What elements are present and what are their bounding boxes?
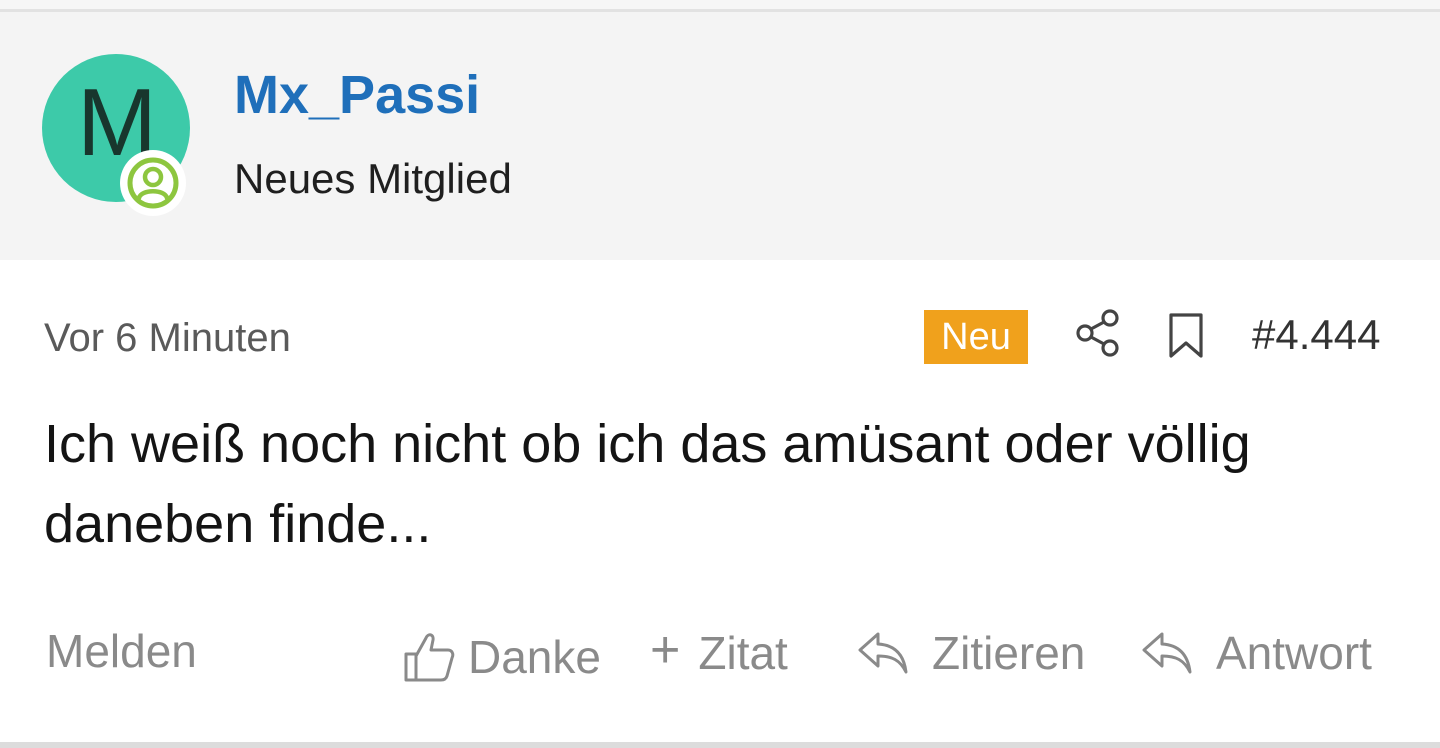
author-role: Neues Mitglied — [234, 155, 512, 202]
answer-label: Antwort — [1216, 627, 1372, 679]
post-timestamp[interactable]: Vor 6 Minuten — [44, 318, 291, 358]
cite-label: Zitieren — [932, 627, 1086, 679]
report-button[interactable]: Melden — [46, 628, 197, 674]
bookmark-icon[interactable] — [1166, 312, 1206, 360]
post-author-header: M Mx_Passi Neues Mitglied — [0, 12, 1440, 260]
post-content: Ich weiß noch nicht ob ich das amüsant o… — [44, 414, 1251, 554]
reply-icon — [858, 632, 908, 674]
thanks-button[interactable]: Danke — [402, 630, 601, 684]
plus-icon: + — [650, 621, 681, 679]
new-badge: Neu — [924, 310, 1028, 364]
post-meta: Vor 6 Minuten Neu #4.444 — [0, 300, 1440, 370]
thumbs-up-icon — [404, 633, 455, 682]
author-name[interactable]: Mx_Passi — [234, 68, 480, 122]
post-number[interactable]: #4.444 — [1252, 314, 1380, 356]
report-label: Melden — [46, 625, 197, 677]
share-icon[interactable] — [1074, 308, 1122, 358]
add-quote-button[interactable]: + Zitat — [650, 624, 788, 679]
thanks-label: Danke — [468, 631, 601, 683]
post-action-bar: Melden Danke + Zitat Zitieren Antwort — [0, 620, 1440, 700]
reply-icon — [1142, 632, 1192, 674]
answer-button[interactable]: Antwort — [1140, 630, 1372, 676]
bottom-divider — [0, 742, 1440, 748]
avatar[interactable]: M — [42, 54, 190, 216]
top-divider — [0, 0, 1440, 12]
cite-button[interactable]: Zitieren — [856, 630, 1085, 676]
add-quote-label: Zitat — [698, 627, 788, 679]
online-user-icon — [120, 150, 186, 216]
